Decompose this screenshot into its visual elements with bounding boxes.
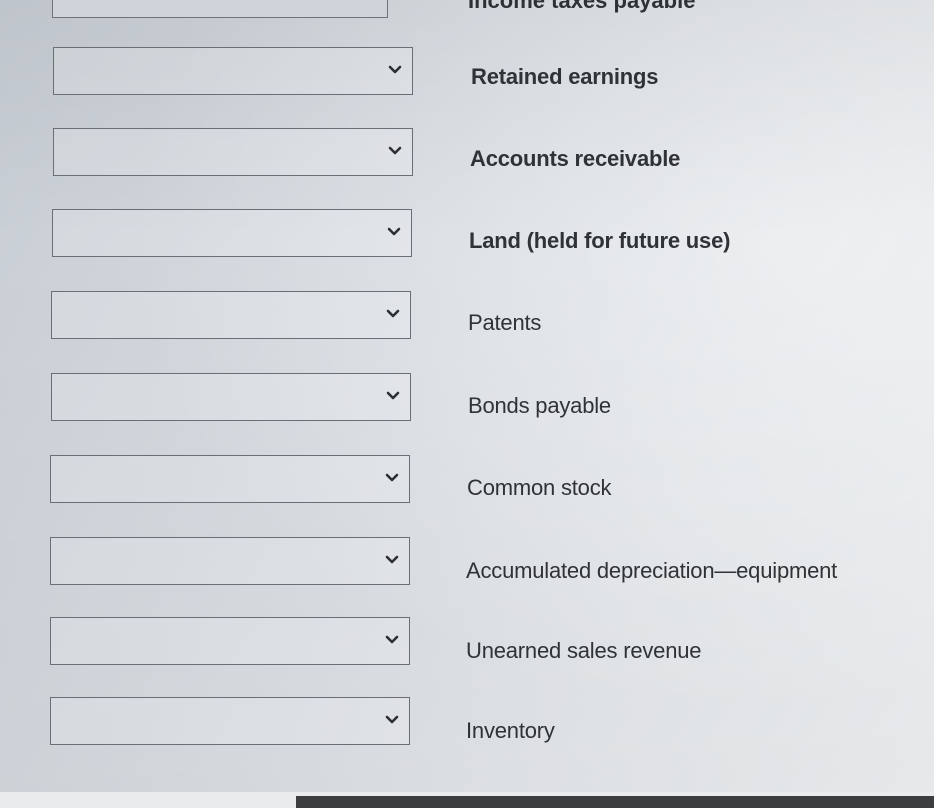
classification-dropdown[interactable]	[50, 697, 410, 745]
account-row: Accumulated depreciation—equipment	[0, 537, 934, 589]
classification-dropdown[interactable]	[53, 47, 413, 95]
chevron-down-icon	[384, 305, 402, 323]
chevron-down-icon	[383, 551, 401, 569]
account-row: Bonds payable	[0, 373, 934, 425]
chevron-down-icon	[386, 142, 404, 160]
chevron-down-icon	[386, 61, 404, 79]
classification-dropdown[interactable]	[52, 209, 412, 257]
account-label: Accounts receivable	[470, 146, 681, 171]
account-row: Common stock	[0, 455, 934, 507]
chevron-down-icon	[385, 223, 403, 241]
account-label-partial: Income taxes payable	[468, 0, 696, 13]
chevron-down-icon	[383, 469, 401, 487]
classification-dropdown-partial[interactable]	[52, 0, 388, 18]
account-row: Retained earnings	[0, 47, 934, 99]
classification-dropdown[interactable]	[53, 128, 413, 176]
classification-dropdown[interactable]	[50, 617, 410, 665]
account-row: Inventory	[0, 697, 934, 749]
account-label: Bonds payable	[468, 393, 611, 418]
classification-dropdown[interactable]	[50, 537, 410, 585]
classification-dropdown[interactable]	[51, 291, 411, 339]
account-row: Accounts receivable	[0, 128, 934, 180]
chevron-down-icon	[384, 387, 402, 405]
chevron-down-icon	[383, 631, 401, 649]
account-label: Accumulated depreciation—equipment	[466, 558, 838, 583]
classification-dropdown[interactable]	[51, 373, 411, 421]
chevron-down-icon	[383, 711, 401, 729]
account-label: Patents	[468, 310, 542, 335]
account-label: Unearned sales revenue	[466, 638, 702, 663]
account-label: Retained earnings	[471, 64, 659, 89]
screen-bezel	[296, 796, 934, 808]
account-row: Patents	[0, 291, 934, 343]
account-row: Unearned sales revenue	[0, 617, 934, 669]
account-label: Inventory	[466, 718, 555, 743]
account-row: Land (held for future use)	[0, 209, 934, 261]
account-label: Common stock	[467, 475, 612, 500]
account-label: Land (held for future use)	[469, 228, 731, 253]
classification-dropdown[interactable]	[50, 455, 410, 503]
